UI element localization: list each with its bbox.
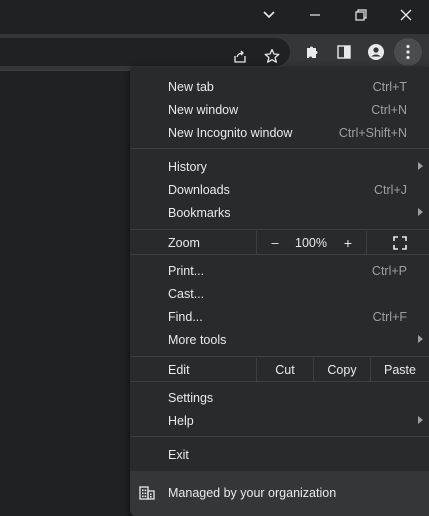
menu-item-label: History (168, 160, 207, 174)
tab-search-button[interactable] (246, 0, 292, 30)
menu-item-label: Help (168, 414, 194, 428)
paste-button[interactable]: Paste (371, 358, 429, 381)
share-icon (234, 50, 246, 63)
menu-item-settings[interactable]: Settings (130, 386, 429, 409)
fullscreen-icon (393, 235, 407, 250)
menu-item-shortcut: Ctrl+J (374, 183, 407, 197)
menu-item-label: Find... (168, 310, 203, 324)
divider (366, 231, 367, 254)
zoom-in-label: + (343, 234, 353, 251)
title-bar (0, 0, 429, 34)
menu-item-label: Exit (168, 448, 189, 462)
customize-menu-button[interactable] (394, 38, 422, 66)
paste-label: Paste (384, 362, 416, 377)
menu-item-find[interactable]: Find... Ctrl+F (130, 305, 429, 328)
chrome-menu: New tab Ctrl+T New window Ctrl+N New Inc… (130, 67, 429, 516)
profile-button[interactable] (362, 38, 390, 66)
menu-item-downloads[interactable]: Downloads Ctrl+J (130, 178, 429, 201)
menu-separator (130, 356, 429, 357)
restore-button[interactable] (338, 0, 384, 30)
menu-item-shortcut: Ctrl+N (371, 103, 407, 117)
star-icon (264, 48, 280, 63)
menu-item-cast[interactable]: Cast... (130, 282, 429, 305)
managed-by-organization[interactable]: Managed by your organization (130, 471, 429, 516)
cut-label: Cut (275, 362, 295, 377)
fullscreen-button[interactable] (385, 231, 415, 254)
toolbar (0, 34, 429, 70)
zoom-label: Zoom (168, 236, 200, 250)
zoom-out-button[interactable]: – (260, 231, 290, 254)
more-icon (406, 44, 410, 60)
submenu-arrow-icon (418, 335, 423, 343)
menu-row-zoom: Zoom – 100% + (130, 231, 429, 254)
extensions-icon (307, 46, 318, 58)
menu-item-label: New tab (168, 80, 214, 94)
menu-item-more-tools[interactable]: More tools (130, 328, 429, 351)
menu-row-edit: Edit Cut Copy Paste (130, 358, 429, 381)
menu-item-new-window[interactable]: New window Ctrl+N (130, 98, 429, 121)
menu-item-shortcut: Ctrl+P (371, 264, 407, 278)
extensions-button[interactable] (298, 38, 326, 66)
menu-item-new-incognito-window[interactable]: New Incognito window Ctrl+Shift+N (130, 121, 429, 144)
profile-icon (368, 44, 384, 60)
close-icon (400, 9, 412, 21)
menu-item-label: Downloads (168, 183, 230, 197)
menu-item-label: More tools (168, 333, 227, 347)
menu-separator (130, 436, 429, 437)
menu-item-new-tab[interactable]: New tab Ctrl+T (130, 75, 429, 98)
menu-item-label: New Incognito window (168, 126, 293, 140)
menu-item-label: Print... (168, 264, 205, 278)
restore-icon (355, 9, 367, 21)
menu-item-label: Bookmarks (168, 206, 231, 220)
address-bar[interactable] (0, 38, 290, 66)
side-panel-button[interactable] (330, 38, 358, 66)
menu-separator (130, 254, 429, 255)
menu-item-label: Settings (168, 391, 214, 405)
cut-button[interactable]: Cut (257, 358, 313, 381)
menu-separator (130, 381, 429, 382)
zoom-level: 100% (290, 231, 332, 254)
zoom-out-label: – (271, 235, 279, 250)
building-icon (139, 486, 155, 500)
minimize-icon (310, 14, 320, 16)
menu-item-print[interactable]: Print... Ctrl+P (130, 259, 429, 282)
copy-button[interactable]: Copy (314, 358, 370, 381)
zoom-value: 100% (295, 235, 327, 250)
edit-label: Edit (168, 363, 190, 377)
divider (256, 231, 257, 254)
menu-separator (130, 148, 429, 149)
copy-label: Copy (327, 362, 357, 377)
minimize-button[interactable] (292, 0, 338, 30)
menu-item-bookmarks[interactable]: Bookmarks (130, 201, 429, 224)
menu-item-help[interactable]: Help (130, 409, 429, 432)
share-button[interactable] (226, 42, 254, 70)
submenu-arrow-icon (418, 208, 423, 216)
submenu-arrow-icon (418, 162, 423, 170)
menu-item-shortcut: Ctrl+F (372, 310, 407, 324)
close-button[interactable] (383, 0, 429, 30)
menu-item-shortcut: Ctrl+T (372, 80, 407, 94)
managed-label: Managed by your organization (168, 486, 337, 500)
menu-item-shortcut: Ctrl+Shift+N (338, 126, 407, 140)
menu-item-label: Cast... (168, 287, 205, 301)
menu-separator (130, 229, 429, 230)
side-panel-icon (337, 45, 351, 59)
menu-item-label: New window (168, 103, 239, 117)
menu-item-history[interactable]: History (130, 155, 429, 178)
chevron-down-icon (263, 11, 275, 19)
divider (0, 70, 130, 71)
bookmark-star-button[interactable] (258, 42, 286, 70)
submenu-arrow-icon (418, 416, 423, 424)
zoom-in-button[interactable]: + (332, 231, 364, 254)
menu-item-exit[interactable]: Exit (130, 443, 429, 466)
